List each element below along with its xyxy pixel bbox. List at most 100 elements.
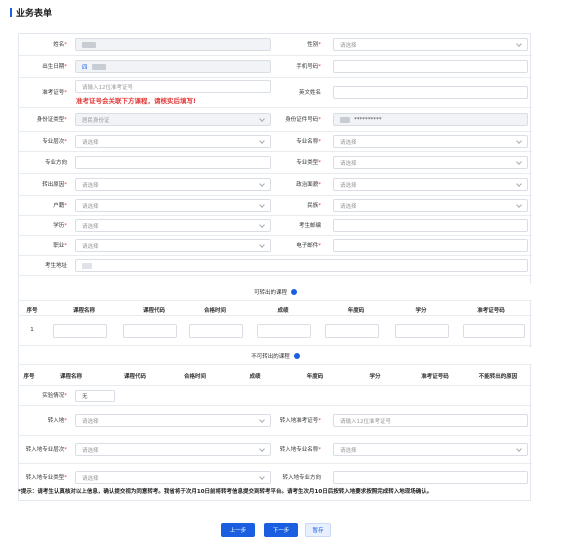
page-header: 业务表单 xyxy=(10,6,53,19)
blurred-value xyxy=(91,63,106,70)
phone-input[interactable] xyxy=(333,60,528,73)
col-header: 年度码 xyxy=(347,308,365,314)
form-row-hukou: 户籍 * 请选择 民族 * 请选择 xyxy=(19,196,532,216)
business-form: 姓名 * 性别 * 请选择 出生日期 * 四 手机号码 * 准考证号 * 请输入12位准考… xyxy=(18,33,532,501)
chevron-down-icon xyxy=(516,159,522,165)
major-name-select[interactable]: 请选择 xyxy=(333,135,528,148)
transfer-level-label: 转入地专业层次* xyxy=(25,446,67,453)
col-header: 合格时间 xyxy=(203,308,226,314)
chevron-down-icon xyxy=(259,417,265,423)
table-row: 1 xyxy=(19,316,532,346)
col-header: 年度码 xyxy=(306,374,324,380)
birth-date-input[interactable]: 四 xyxy=(75,60,271,73)
form-row-birth: 出生日期 * 四 手机号码 * xyxy=(19,56,532,78)
chevron-down-icon xyxy=(259,242,265,248)
email-label: 电子邮件 * xyxy=(296,242,321,249)
direction-label: 专业方向 xyxy=(44,159,67,166)
col-header: 序号 xyxy=(26,308,38,314)
major-name-label: 专业名称 * xyxy=(296,138,321,145)
col-header: 课程名称 xyxy=(59,374,82,380)
credit-cell[interactable] xyxy=(395,324,449,338)
form-row-transfer-place: 转入地 * 请选择 转入地准考证号* 请输入12位准考证号 xyxy=(19,406,532,436)
nontransfer-courses-title: 不可转出的课程 xyxy=(19,348,532,364)
form-row-transfer-level: 转入地专业层次* 请选择 转入地专业名称* 请选择 xyxy=(19,436,532,464)
chevron-down-icon xyxy=(516,138,522,144)
col-header: 准考证号码 xyxy=(421,374,449,380)
transfer-ticket-input[interactable]: 请输入12位准考证号 xyxy=(333,414,528,427)
hukou-select[interactable]: 请选择 xyxy=(75,199,271,212)
chevron-down-icon xyxy=(259,202,265,208)
chevron-down-icon xyxy=(516,446,522,452)
reason-select[interactable]: 请选择 xyxy=(75,178,271,191)
ticket-input[interactable]: 请输入12位准考证号 xyxy=(75,80,271,93)
form-row-name: 姓名 * 性别 * 请选择 xyxy=(19,34,532,56)
col-header: 课程代码 xyxy=(123,374,146,380)
edu-label: 学历 * xyxy=(53,222,67,229)
transfer-major-type-select[interactable]: 请选择 xyxy=(75,471,271,484)
english-name-input[interactable] xyxy=(333,86,528,99)
edu-select[interactable]: 请选择 xyxy=(75,219,271,232)
ticket-label: 准考证号 * xyxy=(42,89,67,96)
major-type-select[interactable]: 请选择 xyxy=(333,156,528,169)
name-input[interactable] xyxy=(75,38,271,51)
blurred-value xyxy=(340,116,350,123)
transfer-ticket-label: 转入地准考证号* xyxy=(279,417,321,424)
col-header: 成绩 xyxy=(277,308,289,314)
chevron-down-icon xyxy=(516,202,522,208)
course-code-cell[interactable] xyxy=(123,324,177,338)
prev-button[interactable]: 上一步 xyxy=(221,523,255,537)
save-draft-button[interactable]: 暂存 xyxy=(305,523,331,537)
col-header: 课程名称 xyxy=(72,308,95,314)
title-accent-bar xyxy=(10,7,12,17)
id-number-input[interactable]: ********** xyxy=(333,113,528,126)
course-name-cell[interactable] xyxy=(53,324,107,338)
email-input[interactable] xyxy=(333,239,528,252)
id-type-select[interactable]: 居民身份证 xyxy=(75,113,271,126)
job-select[interactable]: 请选择 xyxy=(75,239,271,252)
row-index: 1 xyxy=(30,327,34,333)
score-cell[interactable] xyxy=(257,324,311,338)
next-button[interactable]: 下一步 xyxy=(264,523,298,537)
exam-status-value[interactable]: 无 xyxy=(75,390,115,402)
form-row-level: 专业层次 * 请选择 专业名称 * 请选择 xyxy=(19,132,532,152)
gender-label: 性别 * xyxy=(307,41,321,48)
nontransfer-courses-header: 序号 课程名称 课程代码 合格时间 成绩 年度码 学分 准考证号码 不能转出的原… xyxy=(19,364,532,386)
address-label: 考生地址 xyxy=(44,262,67,269)
year-code-cell[interactable] xyxy=(325,324,379,338)
col-header: 课程代码 xyxy=(142,308,165,314)
level-label: 专业层次 * xyxy=(42,138,67,145)
ticket-number-cell[interactable] xyxy=(463,324,525,338)
chevron-down-icon xyxy=(259,181,265,187)
col-header: 成绩 xyxy=(249,374,261,380)
blurred-value xyxy=(82,262,92,269)
english-name-label: 英文姓名 xyxy=(298,89,321,96)
transfer-place-label: 转入地 * xyxy=(47,417,67,424)
nation-label: 民族 * xyxy=(307,202,321,209)
col-header: 序号 xyxy=(23,374,35,380)
transfer-major-name-label: 转入地专业名称* xyxy=(279,446,321,453)
page-title: 业务表单 xyxy=(16,8,53,19)
col-header: 学分 xyxy=(369,374,381,380)
zip-input[interactable] xyxy=(333,219,528,232)
address-input[interactable] xyxy=(75,259,528,272)
form-row-edu: 学历 * 请选择 考生邮编 xyxy=(19,216,532,236)
transfer-courses-title: 可转出的课程 xyxy=(19,284,532,300)
direction-input[interactable] xyxy=(75,156,271,169)
form-row-ticket: 准考证号 * 请输入12位准考证号 准考证号会关联下方课程，请核实后填写! 英文姓… xyxy=(19,78,532,108)
ticket-warning: 准考证号会关联下方课程，请核实后填写! xyxy=(76,97,196,105)
politics-select[interactable]: 请选择 xyxy=(333,178,528,191)
chevron-down-icon xyxy=(259,474,265,480)
info-icon[interactable] xyxy=(291,289,297,295)
gender-select[interactable]: 请选择 xyxy=(333,38,528,51)
transfer-direction-input[interactable] xyxy=(333,471,528,484)
pass-time-cell[interactable] xyxy=(189,324,243,338)
nation-select[interactable]: 请选择 xyxy=(333,199,528,212)
transfer-level-select[interactable]: 请选择 xyxy=(75,443,271,456)
id-type-label: 身份证类型 * xyxy=(36,116,67,123)
form-row-reason: 转出原因 * 请选择 政治面貌 * 请选择 xyxy=(19,174,532,196)
transfer-place-select[interactable]: 请选择 xyxy=(75,414,271,427)
chevron-down-icon xyxy=(516,181,522,187)
level-select[interactable]: 请选择 xyxy=(75,135,271,148)
transfer-major-name-select[interactable]: 请选择 xyxy=(333,443,528,456)
info-icon[interactable] xyxy=(293,353,300,359)
